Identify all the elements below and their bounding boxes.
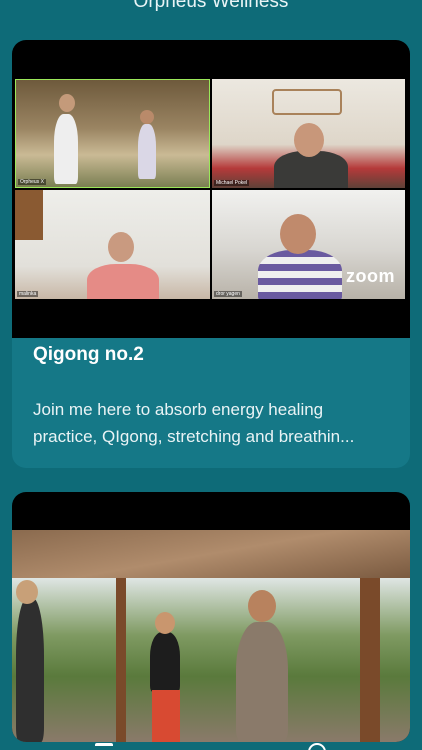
video-tile: Michael Pokel xyxy=(212,79,405,188)
video-tile: zoom dror yagen xyxy=(212,190,405,299)
description-line: practice, QIgong, stretching and breathi… xyxy=(33,427,355,446)
video-tile: Orpheus X xyxy=(15,79,210,188)
description-line: Join me here to absorb energy healing xyxy=(33,400,324,419)
outdoor-scene-image xyxy=(12,578,410,742)
participant-name: Michael Pokel xyxy=(214,180,250,186)
video-tile: malinka xyxy=(15,190,210,299)
class-card[interactable]: Orpheus X Michael Pokel malinka zoom dro… xyxy=(12,40,410,468)
zoom-watermark: zoom xyxy=(346,266,395,286)
class-thumbnail: Orpheus X Michael Pokel malinka zoom dro… xyxy=(12,40,410,338)
participant-name: dror yagen xyxy=(214,291,242,297)
menu-icon[interactable] xyxy=(95,743,113,750)
roof-image xyxy=(12,530,410,578)
app-title: Orpheus Wellness xyxy=(133,0,289,12)
class-description: Join me here to absorb energy healing pr… xyxy=(33,396,398,450)
participant-name: Orpheus X xyxy=(18,179,46,185)
class-title: Qigong no.2 xyxy=(33,344,144,365)
class-thumbnail xyxy=(12,492,410,742)
class-card[interactable] xyxy=(12,492,410,742)
participant-name: malinka xyxy=(17,291,39,297)
account-icon[interactable] xyxy=(308,743,326,750)
